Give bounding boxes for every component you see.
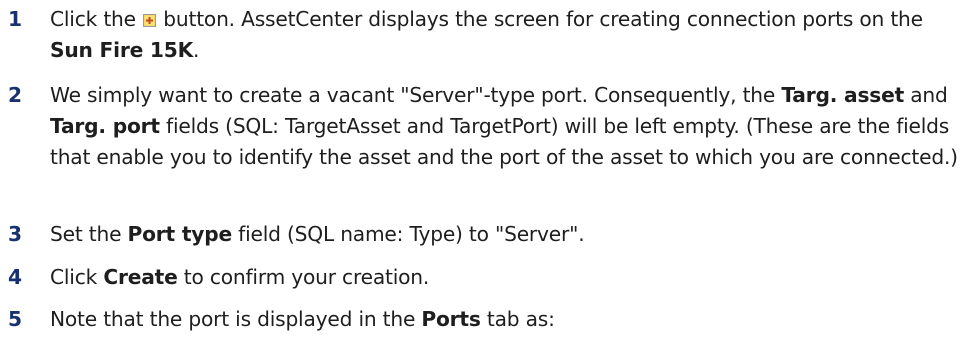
- step-4: 4 Click Create to confirm your creation.: [0, 262, 439, 293]
- step-text: Set the Port type field (SQL name: Type)…: [50, 222, 585, 246]
- bold-term: Ports: [421, 307, 481, 331]
- new-icon: [143, 14, 157, 27]
- step-number: 3: [8, 222, 22, 246]
- step-text: We simply want to create a vacant "Serve…: [50, 83, 958, 169]
- step-3: 3 Set the Port type field (SQL name: Typ…: [0, 219, 594, 250]
- step-number: 4: [8, 265, 22, 289]
- step-1: 1 Click the button. AssetCenter displays…: [0, 4, 972, 66]
- step-text: Note that the port is displayed in the P…: [50, 307, 555, 331]
- bold-term: Create: [103, 265, 178, 289]
- bold-term: Port type: [127, 222, 233, 246]
- step-2: 2 We simply want to create a vacant "Ser…: [0, 80, 972, 173]
- bold-term: Targ. port: [50, 114, 160, 138]
- step-text: Click the button. AssetCenter displays t…: [50, 7, 923, 62]
- step-number: 1: [8, 7, 22, 31]
- bold-term: Sun Fire 15K: [50, 38, 194, 62]
- step-number: 5: [8, 307, 22, 331]
- step-5: 5 Note that the port is displayed in the…: [0, 304, 565, 335]
- step-text: Click Create to confirm your creation.: [50, 265, 430, 289]
- step-number: 2: [8, 83, 22, 107]
- bold-term: Targ. asset: [781, 83, 905, 107]
